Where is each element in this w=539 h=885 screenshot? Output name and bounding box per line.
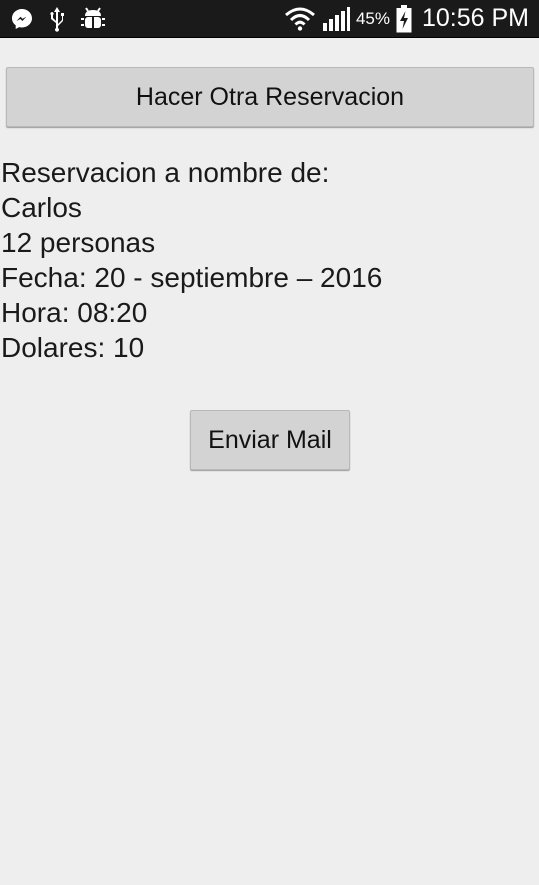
clock: 10:56 PM	[421, 4, 529, 32]
reservation-details: Reservacion a nombre de: Carlos 12 perso…	[1, 155, 382, 365]
status-bar: 45% 10:56 PM	[0, 0, 539, 38]
reservation-people: 12 personas	[1, 227, 156, 258]
reservation-dollars: Dolares: 10	[1, 332, 145, 363]
reservation-time: Hora: 08:20	[1, 297, 148, 328]
reservation-name: Carlos	[1, 192, 82, 223]
messenger-icon	[10, 7, 34, 31]
android-debug-icon	[80, 6, 106, 32]
enviar-mail-button[interactable]: Enviar Mail	[190, 410, 350, 470]
wifi-icon	[284, 7, 316, 31]
battery-percent: 45%	[355, 8, 390, 28]
reservation-header: Reservacion a nombre de:	[1, 157, 330, 188]
usb-icon	[48, 6, 66, 32]
battery-charging-icon	[396, 4, 412, 33]
status-bar-system: 45% 10:56 PM	[284, 4, 539, 33]
status-bar-notifications	[0, 6, 106, 32]
reservation-date: Fecha: 20 - septiembre – 2016	[1, 262, 383, 293]
signal-icon	[322, 6, 350, 31]
hacer-otra-reservacion-button[interactable]: Hacer Otra Reservacion	[6, 67, 534, 127]
